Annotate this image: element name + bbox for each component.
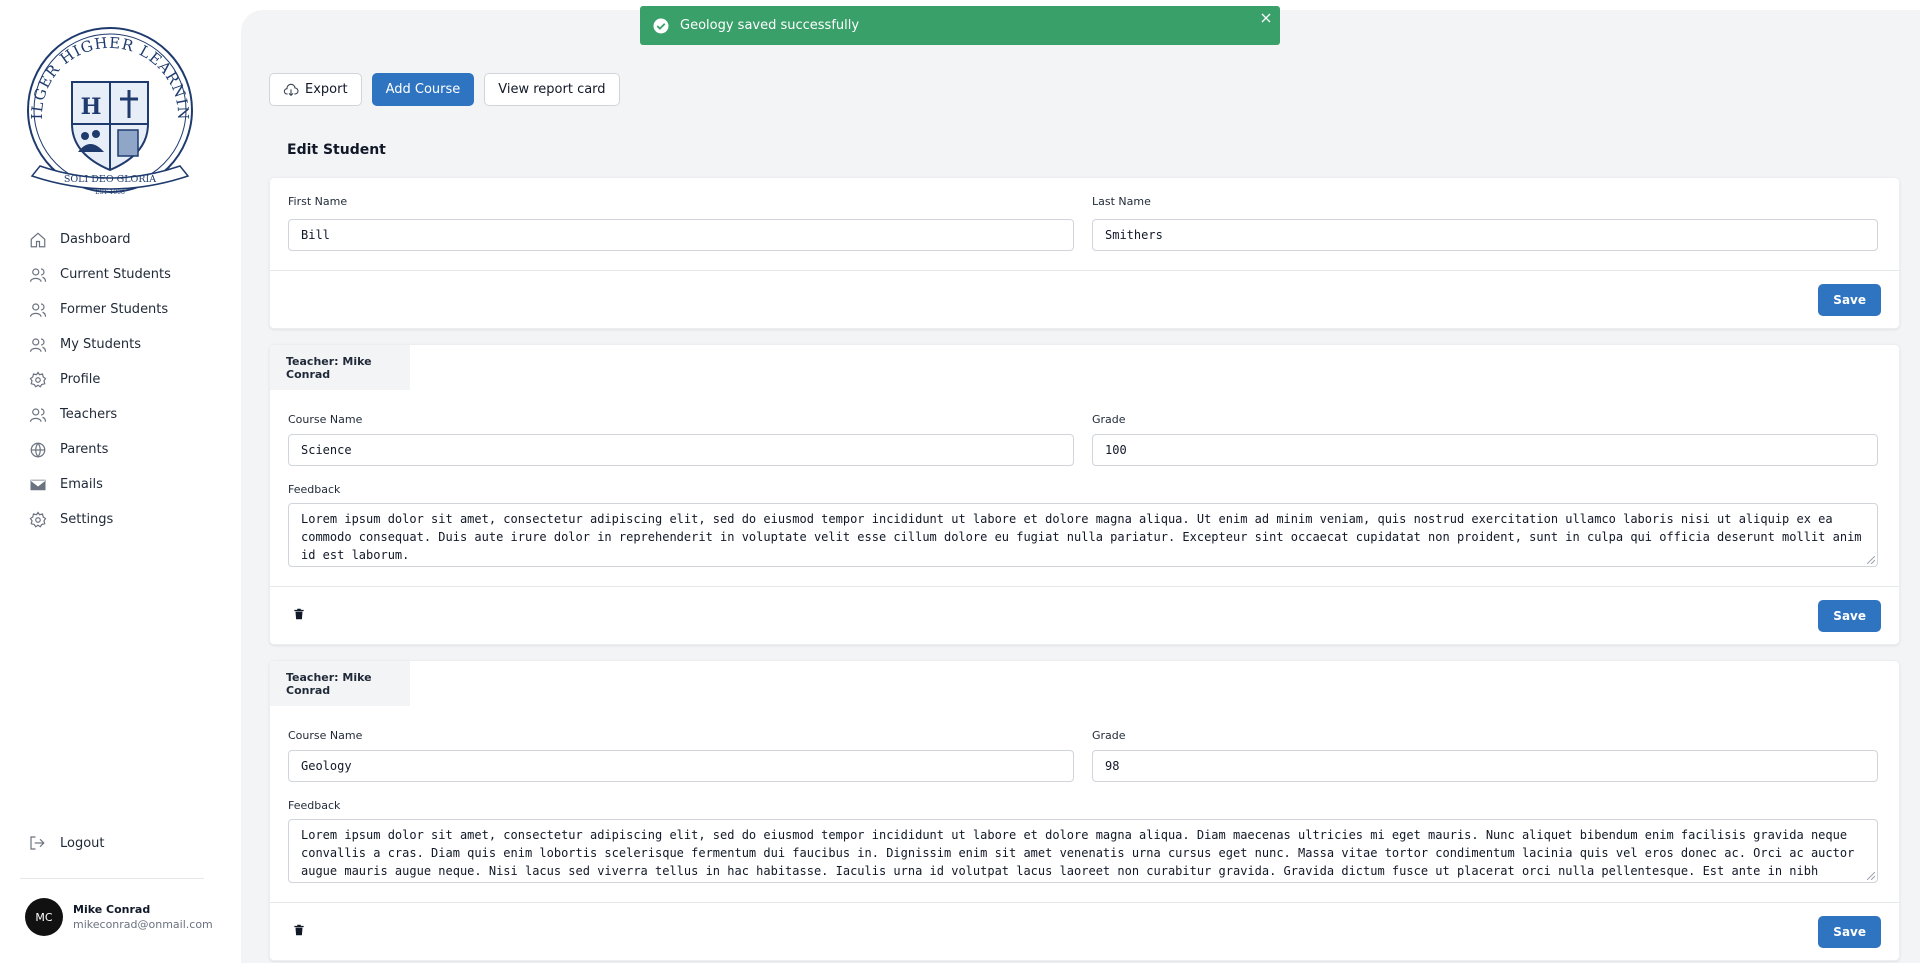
sidebar-item-label: Profile (60, 372, 101, 387)
toast-message: Geology saved successfully (680, 18, 860, 33)
users-icon (28, 300, 48, 320)
sidebar-item-former-students[interactable]: Former Students (28, 292, 218, 327)
export-button[interactable]: Export (269, 73, 362, 106)
gear-icon (28, 370, 48, 390)
student-card: First Name Bill Last Name Smithers Save (269, 177, 1900, 329)
cloud-download-icon (283, 83, 299, 96)
sidebar-item-label: Current Students (60, 267, 171, 282)
add-course-button[interactable]: Add Course (371, 73, 475, 106)
course-name-field[interactable]: Geology (288, 750, 1074, 782)
feedback-label: Feedback (288, 799, 341, 812)
users-icon (28, 335, 48, 355)
user-profile[interactable]: MC Mike Conrad mikeconrad@onmail.com (25, 898, 213, 936)
sidebar-item-emails[interactable]: Emails (28, 467, 218, 502)
last-name-label: Last Name (1092, 195, 1151, 208)
grade-field[interactable]: 98 (1092, 750, 1878, 782)
check-circle-icon (653, 18, 669, 33)
users-icon (28, 405, 48, 425)
school-established: EST 1998 (95, 189, 125, 196)
globe-icon (28, 440, 48, 460)
sidebar-item-settings[interactable]: Settings (28, 502, 218, 537)
svg-text:H: H (81, 94, 102, 120)
feedback-textarea[interactable]: Lorem ipsum dolor sit amet, consectetur … (288, 819, 1878, 883)
sidebar-item-current-students[interactable]: Current Students (28, 257, 218, 292)
export-label: Export (305, 82, 348, 97)
feedback-label: Feedback (288, 483, 341, 496)
sidebar-item-label: Parents (60, 442, 109, 457)
grade-label: Grade (1092, 729, 1126, 742)
last-name-field[interactable]: Smithers (1092, 219, 1878, 251)
home-icon (28, 230, 48, 250)
feedback-text: Lorem ipsum dolor sit amet, consectetur … (301, 512, 1862, 562)
sidebar-item-parents[interactable]: Parents (28, 432, 218, 467)
teacher-tab[interactable]: Teacher: Mike Conrad (270, 661, 410, 706)
envelope-icon (28, 475, 48, 495)
user-name: Mike Conrad (73, 903, 151, 916)
grade-field[interactable]: 100 (1092, 434, 1878, 466)
course-card-footer: Save (270, 586, 1899, 644)
sidebar-item-label: Settings (60, 512, 114, 527)
grade-label: Grade (1092, 413, 1126, 426)
save-course-button[interactable]: Save (1818, 600, 1881, 632)
school-motto: SOLI DEO GLORIA (64, 174, 156, 185)
sidebar-item-label: My Students (60, 337, 141, 352)
sidebar-item-my-students[interactable]: My Students (28, 327, 218, 362)
teacher-tab[interactable]: Teacher: Mike Conrad (270, 345, 410, 390)
course-card-footer: Save (270, 902, 1899, 960)
course-name-label: Course Name (288, 729, 363, 742)
toolbar: Export Add Course View report card (269, 73, 620, 106)
main-content: Export Add Course View report card Edit … (241, 10, 1920, 963)
view-report-card-button[interactable]: View report card (484, 73, 620, 106)
sidebar: HILGER HIGHER LEARNING H SOLI DEO GLORIA… (0, 0, 240, 963)
sidebar-divider (20, 878, 204, 879)
page-title: Edit Student (287, 142, 386, 158)
save-student-button[interactable]: Save (1818, 284, 1881, 316)
logout-label: Logout (60, 835, 105, 851)
close-icon[interactable] (1260, 12, 1272, 24)
school-logo: HILGER HIGHER LEARNING H SOLI DEO GLORIA… (13, 10, 200, 199)
feedback-textarea[interactable]: Lorem ipsum dolor sit amet, consectetur … (288, 503, 1878, 567)
user-email: mikeconrad@onmail.com (73, 918, 213, 931)
sidebar-nav: Dashboard Current Students Former Studen… (28, 222, 218, 537)
trash-icon[interactable] (292, 923, 310, 941)
course-name-field[interactable]: Science (288, 434, 1074, 466)
feedback-text: Lorem ipsum dolor sit amet, consectetur … (301, 828, 1855, 878)
sidebar-item-label: Emails (60, 477, 103, 492)
save-course-button[interactable]: Save (1818, 916, 1881, 948)
sidebar-item-label: Former Students (60, 302, 169, 317)
logout-icon (28, 833, 48, 853)
gear-icon (28, 510, 48, 530)
users-icon (28, 265, 48, 285)
course-card: Teacher: Mike Conrad Course Name Science… (269, 344, 1900, 645)
first-name-field[interactable]: Bill (288, 219, 1074, 251)
student-card-footer: Save (270, 270, 1899, 328)
sidebar-item-label: Dashboard (60, 232, 131, 247)
logout-button[interactable]: Logout (28, 826, 105, 860)
course-name-label: Course Name (288, 413, 363, 426)
sidebar-item-label: Teachers (60, 407, 118, 422)
course-card: Teacher: Mike Conrad Course Name Geology… (269, 660, 1900, 961)
first-name-label: First Name (288, 195, 348, 208)
sidebar-item-profile[interactable]: Profile (28, 362, 218, 397)
sidebar-item-teachers[interactable]: Teachers (28, 397, 218, 432)
sidebar-item-dashboard[interactable]: Dashboard (28, 222, 218, 257)
avatar: MC (25, 898, 63, 936)
success-toast: Geology saved successfully (640, 6, 1280, 45)
trash-icon[interactable] (292, 607, 310, 625)
resize-handle-icon[interactable] (1867, 556, 1875, 564)
resize-handle-icon[interactable] (1867, 872, 1875, 880)
